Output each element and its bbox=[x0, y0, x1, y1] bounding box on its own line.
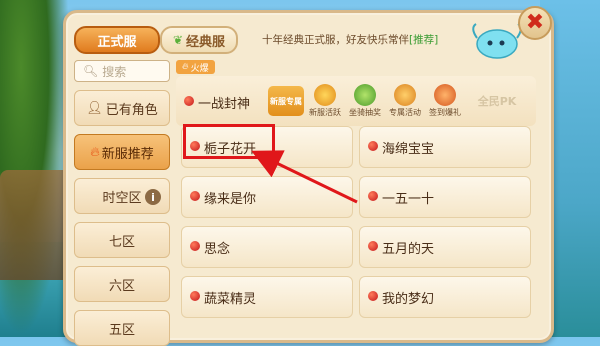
sidebar-item-label: 新服推荐 bbox=[101, 146, 154, 162]
server-name: 思念 bbox=[204, 242, 231, 257]
activity-item[interactable]: 签到爆礼 bbox=[426, 84, 464, 118]
server-name: 一战封神 bbox=[198, 97, 251, 112]
fire-icon: 🔥︎ bbox=[182, 62, 189, 72]
search-placeholder: 搜索 bbox=[102, 64, 127, 79]
activity-label: 坐骑抽奖 bbox=[349, 108, 381, 117]
sidebar-item-my-roles[interactable]: 👤︎ 已有角色 bbox=[74, 90, 170, 126]
server-item[interactable]: 一五一十 bbox=[359, 176, 531, 218]
activity-label: 专属活动 bbox=[389, 108, 421, 117]
server-item[interactable]: 蔬菜精灵 bbox=[181, 276, 353, 318]
activity-label: 新服活跃 bbox=[309, 108, 341, 117]
activity-item[interactable]: 新服活跃 bbox=[306, 84, 344, 118]
sidebar-item-zone-5[interactable]: 五区 bbox=[74, 310, 170, 346]
server-status-dot bbox=[368, 241, 378, 251]
close-button[interactable]: ✖ bbox=[518, 6, 552, 40]
pk-emblem: 全民PK bbox=[477, 95, 517, 108]
server-status-dot bbox=[190, 291, 200, 301]
sidebar: 🔍︎ 搜索 👤︎ 已有角色 🔥︎ 新服推荐 时空区 i 七区 六区 五区 bbox=[74, 60, 170, 346]
server-status-dot bbox=[368, 291, 378, 301]
sidebar-item-label: 六区 bbox=[108, 278, 135, 294]
server-status-dot bbox=[368, 141, 378, 151]
activity-icon bbox=[394, 84, 416, 106]
activity-item[interactable]: 专属活动 bbox=[386, 84, 424, 118]
server-item[interactable]: 海绵宝宝 bbox=[359, 126, 531, 168]
activity-item[interactable]: 坐骑抽奖 bbox=[346, 84, 384, 118]
sidebar-item-zone-6[interactable]: 六区 bbox=[74, 266, 170, 302]
server-notice: 十年经典正式服，好友快乐常伴[推荐] bbox=[262, 32, 438, 47]
server-item[interactable]: 五月的天 bbox=[359, 226, 531, 268]
sidebar-item-label: 时空区 bbox=[102, 190, 142, 206]
new-server-badge: 新服专属 bbox=[268, 86, 304, 116]
search-input[interactable]: 🔍︎ 搜索 bbox=[74, 60, 170, 82]
sidebar-item-zone-7[interactable]: 七区 bbox=[74, 222, 170, 258]
sidebar-item-label: 七区 bbox=[108, 234, 135, 250]
server-name: 蔬菜精灵 bbox=[204, 292, 257, 307]
close-icon: ✖ bbox=[525, 10, 545, 35]
notice-tag[interactable]: [推荐] bbox=[409, 34, 438, 46]
tab-classic-label: 经典服 bbox=[186, 34, 226, 50]
highlight-box bbox=[183, 124, 275, 159]
server-item[interactable]: 思念 bbox=[181, 226, 353, 268]
activity-icon bbox=[314, 84, 336, 106]
hot-label: 火爆 bbox=[190, 63, 209, 74]
server-status-dot bbox=[368, 191, 378, 201]
hot-badge: 🔥︎ 火爆 bbox=[176, 60, 215, 74]
search-icon: 🔍︎ bbox=[83, 64, 99, 78]
server-name: 海绵宝宝 bbox=[382, 142, 435, 157]
info-icon[interactable]: i bbox=[145, 189, 161, 205]
server-item[interactable]: 缘来是你 bbox=[181, 176, 353, 218]
server-item[interactable]: 我的梦幻 bbox=[359, 276, 531, 318]
sidebar-item-space-time[interactable]: 时空区 i bbox=[74, 178, 170, 214]
fire-icon: 🔥︎ bbox=[90, 144, 100, 160]
server-name: 缘来是你 bbox=[204, 192, 257, 207]
sidebar-item-label: 已有角色 bbox=[105, 102, 158, 118]
person-icon: 👤︎ bbox=[86, 100, 103, 116]
server-name: 五月的天 bbox=[382, 242, 435, 257]
server-status-dot bbox=[190, 241, 200, 251]
sidebar-item-new-server[interactable]: 🔥︎ 新服推荐 bbox=[74, 134, 170, 170]
tab-official-server[interactable]: 正式服 bbox=[74, 26, 160, 54]
featured-server[interactable]: 一战封神 新服专属 新服活跃 坐骑抽奖 专属活动 签到爆礼 全民PK bbox=[176, 76, 536, 126]
server-name: 一五一十 bbox=[382, 192, 435, 207]
activity-label: 签到爆礼 bbox=[429, 108, 461, 117]
leaf-icon: ❦ bbox=[172, 33, 184, 47]
server-name: 我的梦幻 bbox=[382, 292, 435, 307]
sidebar-item-label: 五区 bbox=[108, 322, 135, 338]
notice-text: 十年经典正式服，好友快乐常伴 bbox=[262, 34, 409, 46]
activity-icon bbox=[434, 84, 456, 106]
server-status-dot bbox=[184, 96, 194, 106]
server-list: 🔥︎ 火爆 一战封神 新服专属 新服活跃 坐骑抽奖 专属活动 签到爆礼 全民PK … bbox=[176, 60, 536, 330]
tab-classic-server[interactable]: ❦ 经典服 bbox=[160, 26, 238, 54]
server-status-dot bbox=[190, 191, 200, 201]
activity-icon bbox=[354, 84, 376, 106]
background-tree bbox=[0, 0, 70, 337]
